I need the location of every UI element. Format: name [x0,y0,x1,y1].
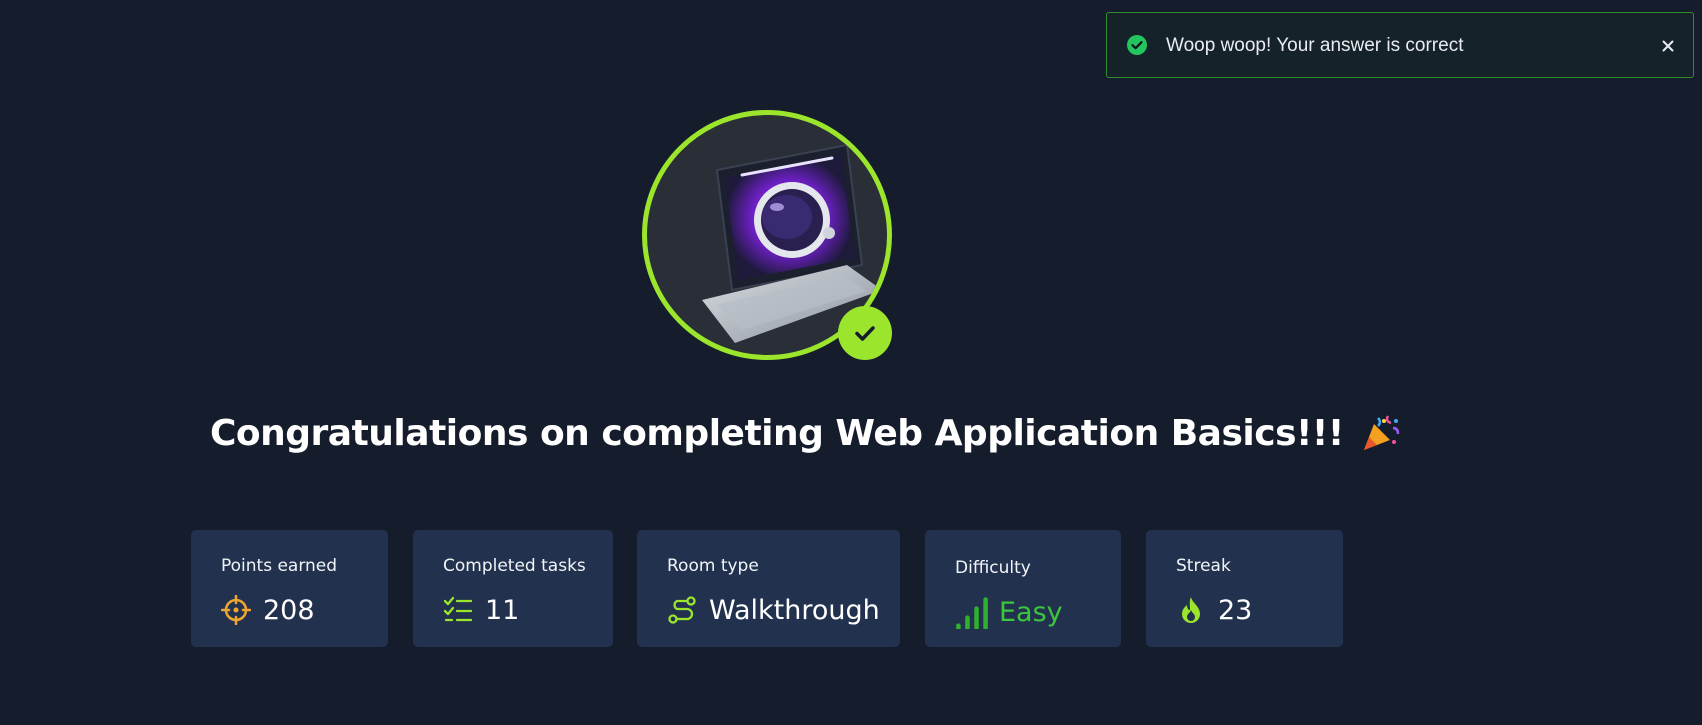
streak-row: 23 [1176,592,1252,628]
congrats-heading: Congratulations on completing Web Applic… [210,408,1402,458]
difficulty-row: Easy [955,594,1063,630]
room-type-card: Room type Walkthrough [637,530,900,647]
tasks-card: Completed tasks 11 [413,530,613,647]
points-card: Points earned 208 [191,530,388,647]
party-popper-icon [1363,415,1399,450]
points-row: 208 [221,592,315,628]
room-type-label: Room type [667,556,759,576]
checklist-icon [443,596,473,622]
crosshair-icon [221,595,251,625]
signal-bars-icon [956,597,988,629]
tasks-value: 11 [485,594,520,626]
page-title: Congratulations on completing Web Applic… [210,412,1344,454]
close-icon[interactable] [1659,37,1677,55]
streak-card: Streak 23 [1146,530,1343,647]
points-value: 208 [263,594,315,626]
difficulty-label: Difficulty [955,558,1031,578]
completion-page: Woop woop! Your answer is correct Congra… [0,0,1702,725]
difficulty-value: Easy [999,596,1063,628]
check-circle-icon [1127,35,1147,55]
route-icon [668,596,696,624]
room-badge [642,110,892,360]
tasks-row: 11 [443,592,519,628]
check-icon [855,326,875,341]
room-type-value: Walkthrough [709,594,880,626]
toast-message: Woop woop! Your answer is correct [1166,35,1464,56]
badge-check [838,306,892,360]
streak-label: Streak [1176,556,1231,576]
difficulty-card: Difficulty Easy [925,530,1121,647]
flame-icon [1182,597,1200,623]
points-label: Points earned [221,556,338,576]
tasks-label: Completed tasks [443,556,586,576]
success-toast: Woop woop! Your answer is correct [1106,12,1694,78]
streak-value: 23 [1218,594,1253,626]
room-type-row: Walkthrough [667,592,880,628]
